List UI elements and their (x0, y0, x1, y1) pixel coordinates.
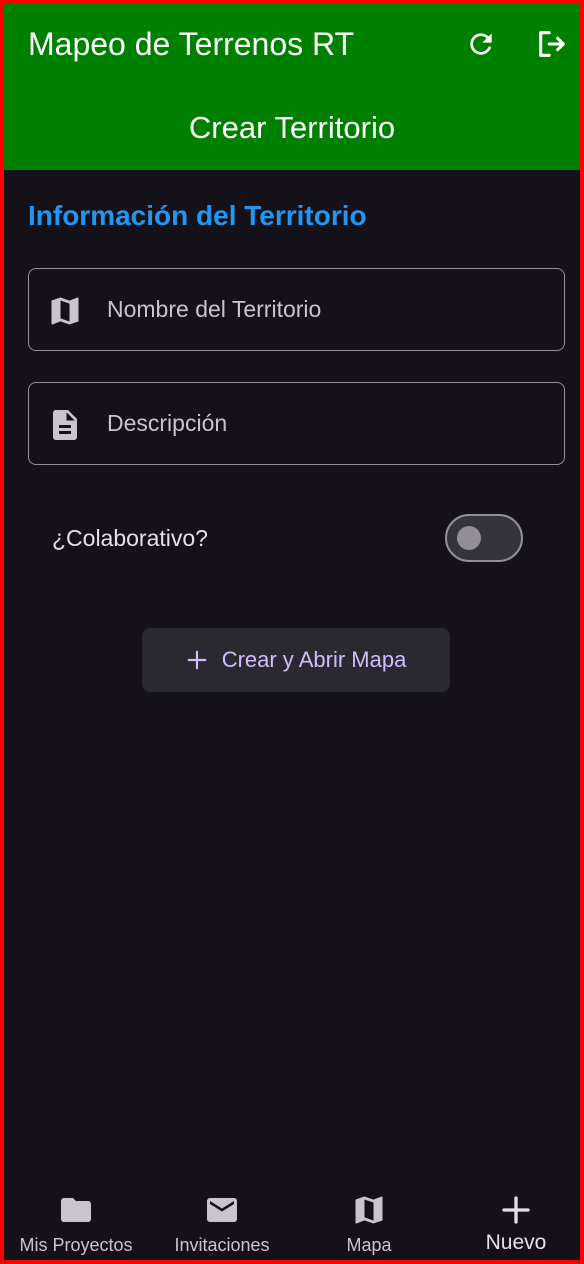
bottom-navigation: Mis Proyectos Invitaciones Mapa Nuevo (4, 1184, 580, 1260)
collaborative-label: ¿Colaborativo? (52, 525, 208, 551)
refresh-icon (470, 33, 492, 55)
map-icon (51, 297, 79, 325)
nav-label: Mapa (346, 1235, 392, 1255)
logout-button[interactable] (530, 22, 574, 66)
create-and-open-map-button[interactable]: Crear y Abrir Mapa (142, 628, 450, 692)
nav-item-nuevo[interactable]: Nuevo (444, 1184, 580, 1260)
app-bar: Mapeo de Terrenos RT Crear Territorio (4, 4, 580, 170)
app-title: Mapeo de Terrenos RT (28, 26, 355, 62)
page-title: Crear Territorio (188, 110, 396, 145)
nav-label: Invitaciones (174, 1235, 270, 1255)
nav-item-mapa[interactable]: Mapa (297, 1184, 441, 1260)
collaborative-switch[interactable] (445, 514, 523, 562)
mail-icon (207, 1198, 237, 1222)
territory-name-field[interactable]: Nombre del Territorio (28, 268, 565, 351)
folder-icon (61, 1198, 91, 1222)
plus-icon (502, 1196, 530, 1224)
description-field[interactable]: Descripción (28, 382, 565, 465)
plus-icon (187, 650, 207, 670)
nav-label: Nuevo (485, 1231, 547, 1254)
description-placeholder: Descripción (107, 410, 228, 436)
territory-name-placeholder: Nombre del Territorio (107, 296, 322, 322)
switch-thumb (457, 526, 481, 550)
section-title: Información del Territorio (28, 200, 367, 231)
logout-icon (539, 31, 565, 57)
create-button-label: Crear y Abrir Mapa (221, 647, 407, 672)
nav-label: Mis Proyectos (19, 1235, 133, 1255)
map-icon (355, 1196, 383, 1224)
document-icon (53, 410, 77, 440)
app-frame: Mapeo de Terrenos RT Crear Territorio In… (0, 0, 584, 1264)
refresh-button[interactable] (459, 22, 503, 66)
nav-item-invitaciones[interactable]: Invitaciones (150, 1184, 294, 1260)
nav-item-mis-proyectos[interactable]: Mis Proyectos (4, 1184, 148, 1260)
